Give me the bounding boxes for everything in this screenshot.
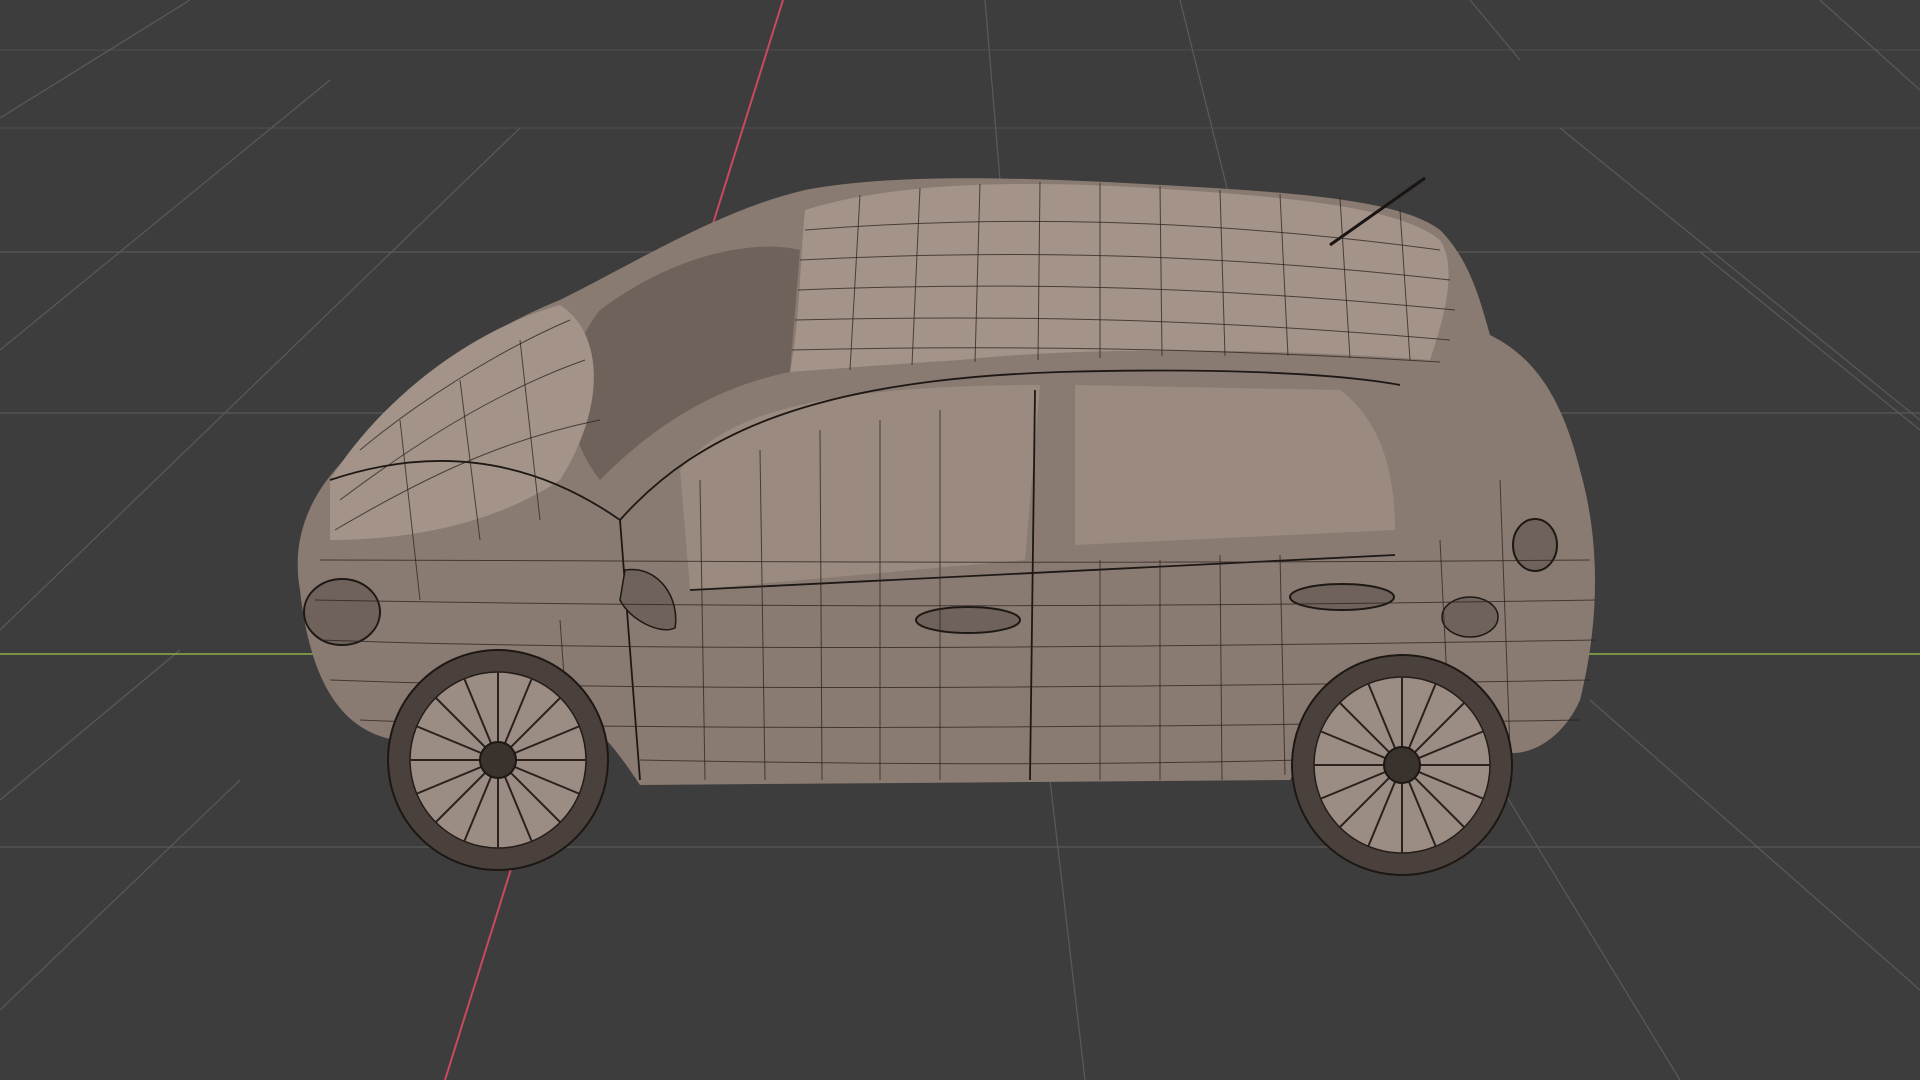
- rear-door-handle: [1289, 583, 1395, 611]
- tail-light: [1512, 518, 1558, 572]
- rear-window: [1075, 385, 1395, 545]
- rear-wheel: [1291, 654, 1513, 876]
- front-wheel: [387, 649, 609, 871]
- car-model[interactable]: [297, 176, 1596, 876]
- fuel-cap: [1441, 596, 1499, 638]
- 3d-viewport[interactable]: [0, 0, 1920, 1080]
- headlight: [303, 578, 381, 646]
- viewport-canvas[interactable]: [0, 0, 1920, 1080]
- car-roof: [790, 184, 1449, 372]
- front-door-handle: [915, 606, 1021, 634]
